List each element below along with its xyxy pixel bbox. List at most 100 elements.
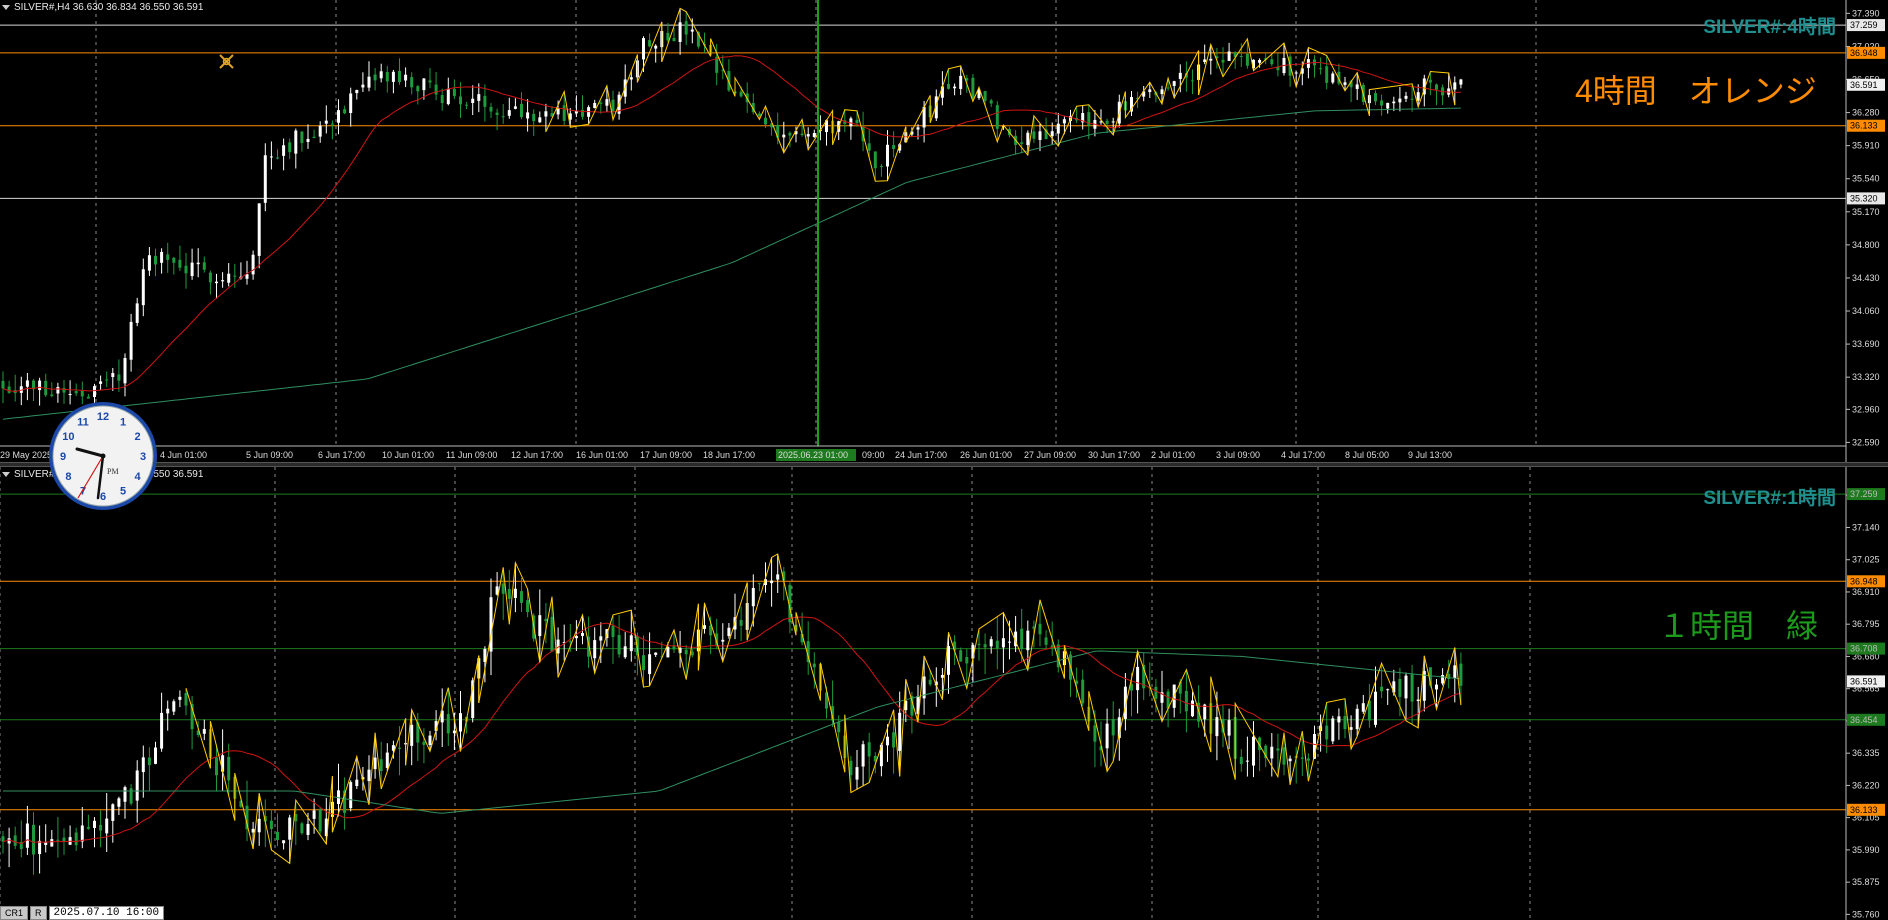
candle-body	[1410, 674, 1414, 702]
price-axis-bg	[1846, 0, 1888, 462]
candle-body	[855, 767, 859, 780]
candle-body	[1, 380, 5, 389]
price-tick-label: 34.430	[1852, 273, 1880, 283]
candle-body	[483, 648, 487, 662]
label-1h-green: １時間 緑	[1658, 608, 1819, 644]
analog-clock-widget[interactable]: 12 12 3 45 6 78 9 1011 PM	[47, 400, 159, 512]
clock-number: 8	[65, 471, 71, 483]
candle-body	[1459, 79, 1463, 85]
candle-body	[751, 587, 755, 607]
candle-body	[1428, 79, 1432, 83]
tab-cr1[interactable]: CR1	[0, 905, 29, 920]
candle-body	[227, 756, 231, 781]
candle-body	[721, 639, 725, 642]
price-level-tag-label: 36.591	[1850, 676, 1878, 686]
candle-body	[269, 820, 273, 829]
clock-number: 7	[80, 486, 86, 498]
chart-pane-h1[interactable]: 37.25537.14037.02536.91036.79536.68036.5…	[0, 467, 1888, 920]
candle-body	[1056, 123, 1060, 134]
time-tick-label: 10 Jun 01:00	[382, 450, 434, 460]
candle-body	[855, 119, 859, 124]
candle-body	[556, 107, 560, 115]
candle-body	[1306, 758, 1310, 761]
candle-body	[434, 84, 438, 95]
candle-body	[105, 379, 109, 381]
candle-body	[25, 823, 29, 848]
candle-body	[776, 574, 780, 580]
candle-body	[1380, 100, 1384, 106]
candle-body	[373, 757, 377, 770]
candle-body	[947, 646, 950, 675]
candle-body	[324, 120, 328, 124]
candle-body	[1111, 718, 1115, 736]
candle-body	[147, 255, 151, 271]
candle-body	[684, 21, 688, 35]
chart-header-h4: SILVER#,H4 36.630 36.834 36.550 36.591	[2, 2, 203, 13]
collapse-triangle-icon[interactable]	[2, 4, 10, 10]
candle-body	[318, 808, 322, 832]
candle-body	[1245, 760, 1249, 762]
candle-body	[355, 779, 359, 787]
candle-body	[1404, 675, 1408, 699]
clock-number: 4	[135, 471, 142, 483]
candle-body	[276, 831, 279, 841]
candle-body	[690, 29, 694, 32]
price-tick-label: 35.540	[1852, 174, 1880, 184]
candle-body	[550, 616, 554, 652]
candle-body	[86, 396, 90, 399]
candle-body	[568, 641, 572, 643]
candle-body	[666, 32, 670, 41]
candle-body	[111, 373, 115, 378]
candle-body	[1191, 80, 1194, 82]
candle-body	[355, 89, 359, 94]
candle-body	[672, 646, 676, 650]
candle-body	[349, 782, 353, 809]
candle-body	[1270, 59, 1274, 65]
candle-body	[1227, 51, 1231, 61]
time-tick-label: 8 Jul 05:00	[1345, 450, 1389, 460]
candle-body	[837, 721, 841, 733]
candle-body	[251, 254, 255, 275]
candle-body	[599, 636, 603, 641]
candle-body	[44, 842, 48, 845]
candle-body	[562, 105, 566, 121]
candle-body	[13, 835, 17, 846]
candle-body	[141, 269, 145, 306]
chart-canvas-h1[interactable]: 37.25537.14037.02536.91036.79536.68036.5…	[0, 467, 1888, 920]
candle-body	[263, 155, 267, 203]
candle-body	[654, 45, 658, 49]
candle-body	[995, 105, 999, 129]
candle-body	[648, 40, 652, 47]
time-tick-label: 18 Jun 17:00	[703, 450, 755, 460]
candle-body	[330, 123, 334, 125]
price-tick-label: 33.690	[1852, 339, 1880, 349]
clock-number: 12	[97, 411, 109, 423]
candle-body	[995, 640, 999, 649]
candle-body	[300, 131, 304, 144]
candle-body	[1282, 747, 1286, 765]
candle-body	[648, 654, 652, 675]
tab-r[interactable]: R	[30, 905, 47, 920]
candle-body	[1026, 132, 1030, 146]
crosshair-tool-icon[interactable]	[217, 52, 237, 72]
candle-body	[56, 386, 60, 394]
candle-body	[507, 110, 511, 116]
candle-body	[38, 380, 42, 391]
candle-body	[678, 22, 682, 42]
time-tick-label: 09:00	[862, 450, 885, 460]
candle-body	[1331, 718, 1335, 742]
collapse-triangle-icon[interactable]	[2, 471, 10, 477]
candle-body	[739, 91, 743, 97]
candle-body	[1404, 95, 1408, 99]
candle-body	[367, 769, 371, 782]
candle-body	[1258, 60, 1262, 63]
candle-body	[873, 151, 877, 169]
candle-body	[947, 83, 950, 89]
price-level-tag-label: 36.133	[1850, 121, 1878, 131]
candle-body	[812, 133, 816, 138]
chart-pane-h4[interactable]: 37.39037.02036.65036.28035.91035.54035.1…	[0, 0, 1888, 462]
price-level-tag-label: 37.259	[1850, 489, 1878, 499]
candle-body	[544, 618, 548, 622]
candle-body	[154, 747, 157, 764]
price-level-tag-label: 35.320	[1850, 193, 1878, 203]
